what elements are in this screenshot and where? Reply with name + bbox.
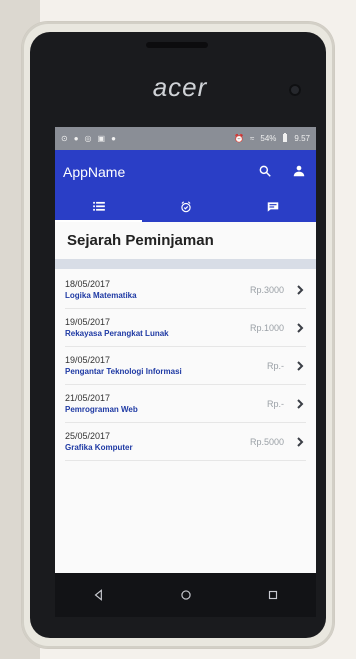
list-item[interactable]: 19/05/2017 Pengantar Teknologi Informasi… (65, 347, 306, 385)
app-title: AppName (63, 164, 126, 180)
status-icon-2: ● (73, 134, 79, 143)
chevron-right-icon (294, 360, 306, 372)
brand-logo: acer (152, 72, 208, 102)
wifi-icon: ≈ (250, 134, 255, 143)
recents-button[interactable] (261, 583, 285, 607)
list-item[interactable]: 18/05/2017 Logika Matematika Rp.3000 (65, 271, 306, 309)
chat-icon (267, 202, 278, 212)
notification-icons: ⊙ ● ◎ ▣ ● (61, 134, 116, 143)
tab-bar (55, 192, 316, 222)
search-icon (259, 165, 271, 177)
section-divider (55, 259, 316, 269)
status-icon-1: ⊙ (61, 134, 68, 143)
tab-history[interactable] (55, 192, 142, 222)
item-amount: Rp.3000 (249, 284, 284, 295)
item-info: 19/05/2017 Pengantar Teknologi Informasi (65, 355, 267, 376)
list-item[interactable]: 25/05/2017 Grafika Komputer Rp.5000 (65, 423, 306, 461)
item-title: Pemrograman Web (65, 405, 138, 414)
clock-time: 9.57 (294, 134, 310, 143)
item-info: 19/05/2017 Rekayasa Perangkat Lunak (65, 317, 250, 338)
item-amount: Rp.- (266, 398, 284, 409)
back-button[interactable] (87, 583, 111, 607)
app-bar: AppName (55, 150, 316, 222)
item-date: 19/05/2017 (65, 317, 111, 327)
profile-button[interactable] (290, 162, 308, 180)
system-nav-bar (55, 573, 316, 617)
list-icon (92, 201, 105, 211)
item-title: Pengantar Teknologi Informasi (65, 367, 182, 376)
back-triangle-icon (94, 589, 102, 601)
status-bar: ⊙ ● ◎ ▣ ● ⏰ ≈ 54% 9.57 (55, 127, 316, 150)
chevron-right-icon (294, 284, 306, 296)
recents-square-icon (268, 590, 277, 600)
item-date: 19/05/2017 (65, 355, 111, 365)
status-right: ⏰ ≈ 54% 9.57 (234, 132, 310, 145)
item-title: Rekayasa Perangkat Lunak (65, 329, 169, 338)
chevron-right-icon (294, 322, 306, 334)
list-item[interactable]: 21/05/2017 Pemrograman Web Rp.- (65, 385, 306, 423)
status-icon-4: ▣ (97, 134, 106, 143)
battery-percent: 54% (260, 134, 277, 143)
chevron-right-icon (294, 398, 306, 410)
status-icon-3: ◎ (84, 134, 92, 143)
home-circle-icon (180, 590, 191, 600)
item-amount: Rp.- (266, 360, 284, 371)
item-date: 18/05/2017 (65, 279, 111, 289)
speaker-grill (146, 42, 208, 48)
status-icon-5: ● (111, 134, 116, 143)
alarm-icon: ⏰ (234, 134, 245, 143)
loan-history-list: 18/05/2017 Logika Matematika Rp.3000 19/… (55, 271, 316, 461)
front-camera (289, 84, 301, 96)
app-bar-actions (256, 162, 308, 180)
page-title: Sejarah Peminjaman (67, 232, 214, 249)
battery-icon (282, 132, 288, 145)
item-amount: Rp.5000 (249, 436, 284, 447)
item-date: 21/05/2017 (65, 393, 111, 403)
item-title: Logika Matematika (65, 291, 137, 300)
tab-messages[interactable] (229, 192, 316, 222)
app-screen: ⊙ ● ◎ ▣ ● ⏰ ≈ 54% 9.57 AppName Sejarah P… (55, 127, 316, 573)
item-amount: Rp.1000 (249, 322, 284, 333)
person-icon (293, 165, 305, 177)
chevron-right-icon (294, 436, 306, 448)
list-item[interactable]: 19/05/2017 Rekayasa Perangkat Lunak Rp.1… (65, 309, 306, 347)
item-title: Grafika Komputer (65, 443, 133, 452)
item-info: 25/05/2017 Grafika Komputer (65, 431, 250, 452)
item-date: 25/05/2017 (65, 431, 111, 441)
item-info: 18/05/2017 Logika Matematika (65, 279, 250, 300)
item-info: 21/05/2017 Pemrograman Web (65, 393, 267, 414)
tab-reminder[interactable] (142, 192, 229, 222)
search-button[interactable] (256, 162, 274, 180)
alarm-icon (180, 201, 191, 213)
home-button[interactable] (174, 583, 198, 607)
